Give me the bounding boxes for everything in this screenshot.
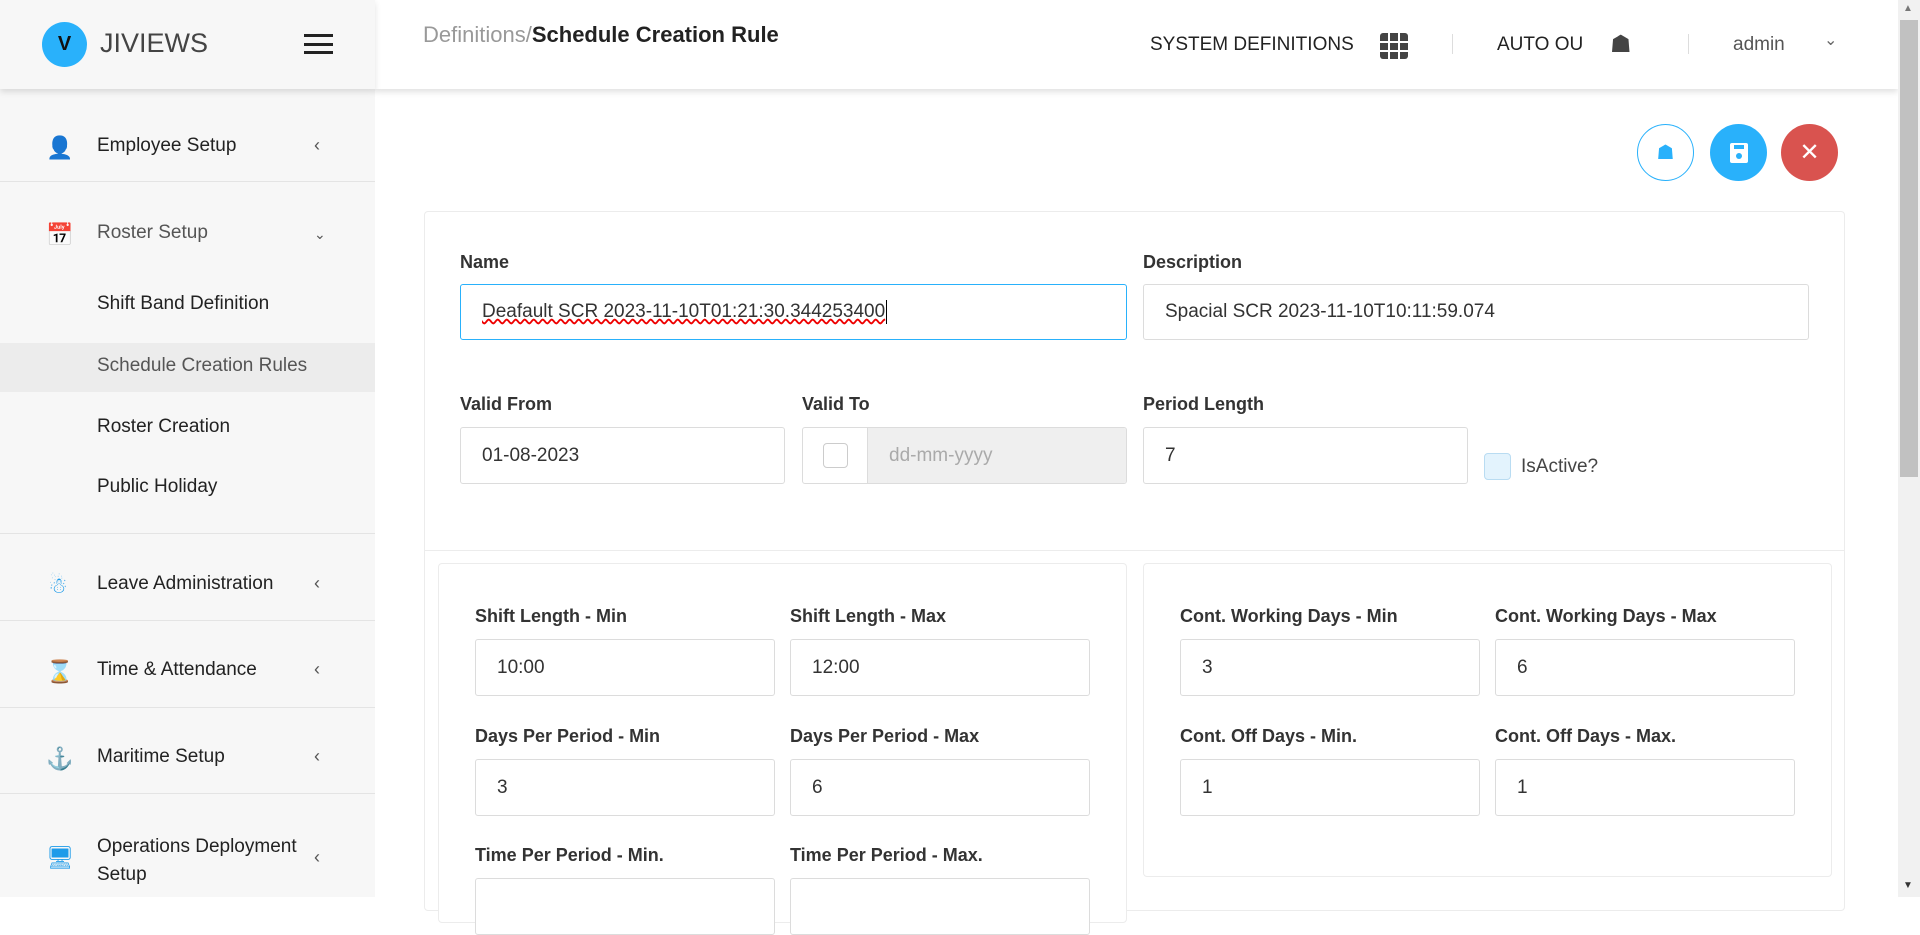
chevron-left-icon: ‹ (314, 135, 320, 155)
auto-ou-link[interactable]: AUTO OU (1497, 34, 1583, 56)
time-per-period-min-input[interactable] (475, 878, 775, 935)
sidebar-subitem-schedule-creation-rules[interactable]: Schedule Creation Rules (97, 355, 307, 377)
divider (0, 707, 375, 708)
close-button[interactable]: ✕ (1781, 124, 1838, 181)
close-icon: ✕ (1799, 139, 1820, 166)
divider (1452, 34, 1453, 54)
save-icon (1729, 142, 1748, 163)
brand-name: JIVIEWS (100, 28, 209, 58)
shift-length-max-label: Shift Length - Max (790, 606, 946, 626)
shift-length-min-input[interactable]: 10:00 (475, 639, 775, 696)
logo-icon: V (42, 22, 87, 67)
system-definitions-link[interactable]: SYSTEM DEFINITIONS (1150, 34, 1354, 56)
days-per-period-min-label: Days Per Period - Min (475, 726, 661, 746)
hourglass-icon: ⌛ (46, 659, 74, 684)
sidebar-subitem-shift-band[interactable]: Shift Band Definition (97, 293, 269, 315)
chevron-left-icon: ‹ (314, 746, 320, 766)
valid-to-toggle[interactable] (803, 428, 868, 483)
description-label: Description (1143, 252, 1243, 272)
hamburger-menu-icon[interactable] (304, 34, 333, 54)
org-chart-icon: ☗ (1656, 142, 1675, 164)
org-chart-icon[interactable]: ☗ (1610, 30, 1632, 59)
employee-icon: 👤 (46, 135, 74, 160)
valid-to-label: Valid To (802, 394, 870, 414)
breadcrumb: Definitions/Schedule Creation Rule (423, 22, 779, 48)
cont-working-days-min-input[interactable]: 3 (1180, 639, 1480, 696)
scroll-up-icon[interactable]: ▲ (1903, 3, 1913, 14)
deployment-icon: 🖥 (46, 845, 74, 870)
cont-off-days-min-input[interactable]: 1 (1180, 759, 1480, 816)
chevron-left-icon: ‹ (314, 847, 320, 867)
is-active-checkbox[interactable] (1484, 453, 1511, 480)
divider (0, 620, 375, 621)
divider (0, 181, 375, 182)
divider (0, 793, 375, 794)
sidebar-item-label: Time & Attendance (97, 659, 257, 680)
days-per-period-max-label: Days Per Period - Max (790, 726, 980, 746)
days-per-period-max-input[interactable]: 6 (790, 759, 1090, 816)
valid-from-input[interactable]: 01-08-2023 (460, 427, 785, 484)
scroll-down-icon[interactable]: ▼ (1903, 880, 1913, 891)
cont-off-days-max-input[interactable]: 1 (1495, 759, 1795, 816)
divider (0, 533, 375, 534)
valid-from-label: Valid From (460, 394, 553, 414)
time-per-period-max-label: Time Per Period - Max. (790, 845, 983, 865)
scrollbar-thumb[interactable] (1900, 20, 1918, 477)
cont-off-days-max-label: Cont. Off Days - Max. (1495, 726, 1677, 746)
sidebar-item-employee-setup[interactable]: 👤 Employee Setup ‹ (0, 135, 375, 161)
period-length-input[interactable]: 7 (1143, 427, 1468, 484)
sidebar-item-label: Operations Deployment Setup (97, 836, 297, 885)
logo-bar: V JIVIEWS (0, 0, 375, 89)
chevron-left-icon: ‹ (314, 659, 320, 679)
divider (1688, 34, 1689, 54)
is-active-label: IsActive? (1521, 456, 1599, 477)
snowman-icon: ☃ (48, 573, 68, 598)
period-length-label: Period Length (1143, 394, 1264, 414)
shift-length-max-input[interactable]: 12:00 (790, 639, 1090, 696)
calendar-icon: 📅 (46, 222, 74, 247)
sidebar-item-label: Leave Administration (97, 573, 274, 594)
save-button[interactable] (1710, 124, 1767, 181)
chevron-down-icon[interactable]: ⌄ (1824, 30, 1837, 50)
days-per-period-min-input[interactable]: 3 (475, 759, 775, 816)
chevron-down-icon: ⌄ (314, 226, 326, 242)
sidebar-subitem-roster-creation[interactable]: Roster Creation (97, 416, 230, 438)
sidebar-item-label: Roster Setup (97, 222, 208, 243)
user-menu[interactable]: admin (1733, 34, 1785, 56)
time-per-period-min-label: Time Per Period - Min. (475, 845, 664, 865)
description-input[interactable]: Spacial SCR 2023-11-10T10:11:59.074 (1143, 284, 1809, 340)
sidebar-subitem-public-holiday[interactable]: Public Holiday (97, 476, 217, 498)
shift-length-min-label: Shift Length - Min (475, 606, 627, 626)
name-input[interactable]: Deafault SCR 2023-11-10T01:21:30.3442534… (460, 284, 1127, 340)
cont-working-days-max-label: Cont. Working Days - Max (1495, 606, 1717, 626)
cont-working-days-max-input[interactable]: 6 (1495, 639, 1795, 696)
anchor-icon: ⚓ (46, 746, 74, 771)
org-chart-button[interactable]: ☗ (1637, 124, 1694, 181)
divider (424, 550, 1845, 551)
name-label: Name (460, 252, 510, 272)
name-value: Deafault SCR 2023-11-10T01:21:30.3442534… (482, 301, 886, 322)
chevron-left-icon: ‹ (314, 573, 320, 593)
valid-to-field: dd-mm-yyyy (802, 427, 1127, 484)
sidebar-item-label: Maritime Setup (97, 746, 225, 767)
grid-icon[interactable] (1380, 33, 1408, 59)
page-title: Schedule Creation Rule (531, 22, 779, 47)
valid-to-input[interactable]: dd-mm-yyyy (868, 428, 1126, 483)
sidebar-item-label: Employee Setup (97, 135, 237, 156)
time-per-period-max-input[interactable] (790, 878, 1090, 935)
valid-to-checkbox[interactable] (822, 443, 848, 468)
cont-off-days-min-label: Cont. Off Days - Min. (1180, 726, 1357, 746)
breadcrumb-parent[interactable]: Definitions/ (423, 22, 532, 47)
cont-working-days-min-label: Cont. Working Days - Min (1180, 606, 1398, 626)
